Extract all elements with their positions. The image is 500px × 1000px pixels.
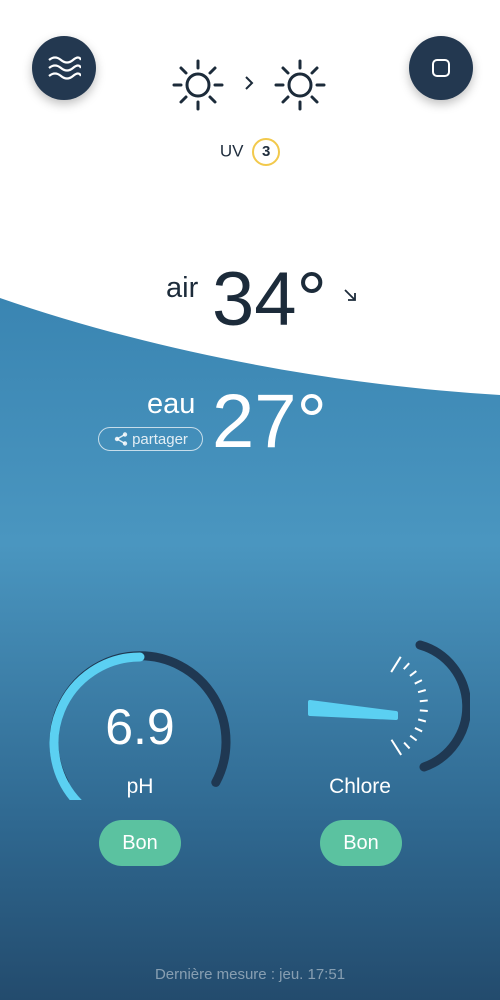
chlorine-tick	[419, 709, 428, 713]
chlorine-label: Chlore	[329, 775, 391, 798]
chlorine-tick	[403, 741, 411, 750]
chlorine-needle	[308, 700, 398, 720]
chlorine-tick	[409, 734, 418, 742]
chlorine-tick	[417, 718, 427, 723]
uv-index: UV 3	[0, 138, 500, 166]
sun-icon	[274, 59, 326, 111]
ph-value: 6.9	[105, 699, 175, 755]
chlorine-tick	[417, 689, 427, 694]
chevron-right-icon	[245, 76, 254, 90]
chlorine-tick	[403, 662, 410, 670]
share-icon	[114, 432, 128, 446]
chlorine-tick	[419, 699, 428, 703]
uv-badge: 3	[252, 138, 281, 166]
chlorine-gauge	[308, 640, 470, 772]
ph-label: pH	[126, 775, 154, 798]
last-measure: Dernière mesure : jeu. 17:51	[154, 966, 346, 983]
ph-status-button[interactable]: Bon	[99, 820, 181, 866]
chlorine-tick	[390, 739, 403, 756]
water-label: eau	[147, 388, 196, 420]
chlorine-tick	[390, 656, 402, 673]
chlorine-gauge-arc	[415, 640, 470, 772]
share-label: partager	[132, 430, 188, 448]
weather-forecast	[172, 59, 326, 111]
chlorine-ticks	[390, 656, 428, 756]
sun-icon	[172, 59, 224, 111]
air-label: air	[166, 272, 199, 304]
uv-label: UV	[219, 141, 244, 161]
chlorine-tick	[409, 670, 417, 677]
arrow-down-right-icon	[344, 289, 356, 301]
chlorine-status-button[interactable]: Bon	[320, 820, 402, 866]
chlorine-tick	[414, 727, 423, 733]
share-button[interactable]: partager	[98, 427, 203, 451]
chlorine-tick	[414, 679, 423, 685]
air-temperature: 34°	[212, 257, 327, 342]
water-temperature: 27°	[212, 379, 327, 464]
